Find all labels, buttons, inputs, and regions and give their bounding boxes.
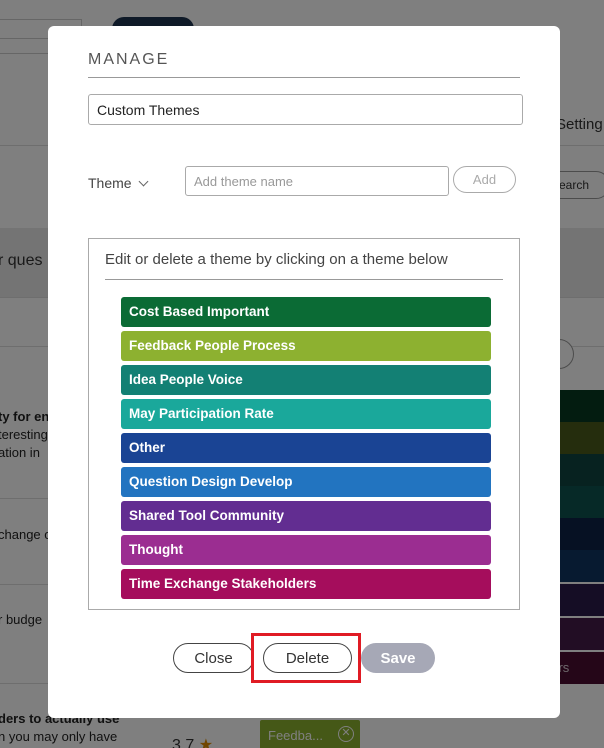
theme-dropdown[interactable]: Theme: [88, 175, 149, 191]
modal-title: MANAGE: [88, 51, 170, 68]
theme-item[interactable]: Cost Based Important: [121, 297, 491, 327]
close-button[interactable]: Close: [173, 643, 254, 673]
theme-item[interactable]: Time Exchange Stakeholders: [121, 569, 491, 599]
theme-item[interactable]: Other: [121, 433, 491, 463]
theme-list-divider: [105, 279, 503, 280]
theme-item[interactable]: Idea People Voice: [121, 365, 491, 395]
manage-themes-modal: MANAGE Theme Add Edit or delete a theme …: [48, 26, 560, 718]
add-theme-button[interactable]: Add: [453, 166, 516, 193]
theme-item[interactable]: Shared Tool Community: [121, 501, 491, 531]
theme-list-panel: Edit or delete a theme by clicking on a …: [88, 238, 520, 610]
title-divider: [88, 77, 520, 78]
delete-button[interactable]: Delete: [263, 643, 352, 673]
theme-item[interactable]: Question Design Develop: [121, 467, 491, 497]
theme-list: Cost Based Important Feedback People Proc…: [121, 297, 491, 603]
save-button[interactable]: Save: [361, 643, 435, 673]
theme-list-hint: Edit or delete a theme by clicking on a …: [105, 251, 448, 268]
theme-dropdown-label: Theme: [88, 175, 132, 191]
theme-item[interactable]: May Participation Rate: [121, 399, 491, 429]
theme-set-name-input[interactable]: [88, 94, 523, 125]
theme-item[interactable]: Feedback People Process: [121, 331, 491, 361]
theme-item[interactable]: Thought: [121, 535, 491, 565]
add-theme-input[interactable]: [185, 166, 449, 196]
chevron-down-icon: [138, 176, 149, 186]
